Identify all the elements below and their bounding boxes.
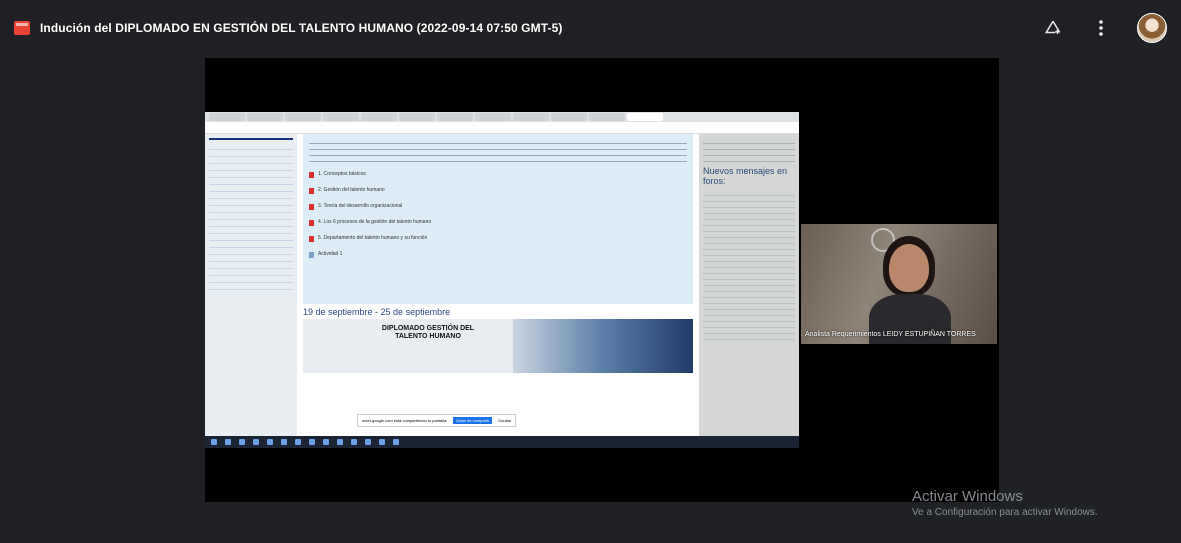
stop-sharing-button[interactable]: Dejar de compartir [453, 417, 493, 424]
hide-button[interactable]: Ocultar [498, 418, 511, 423]
topic-item[interactable]: 1. Conceptos básicos [309, 171, 687, 178]
windows-activation-watermark: Activar Windows Ve a Configuración para … [912, 488, 1098, 518]
watermark-subtitle: Ve a Configuración para activar Windows. [912, 507, 1098, 518]
share-notice-text: meet.google.com está compartiendo tu pan… [362, 418, 448, 423]
browser-tabstrip [205, 112, 799, 122]
forum-panel: Nuevos mensajes en foros: [699, 134, 799, 436]
browser-addressbar [205, 122, 799, 134]
lms-admin-panel [205, 134, 297, 436]
share-notice: meet.google.com está compartiendo tu pan… [357, 414, 517, 427]
topic-item[interactable]: Actividad 1 [309, 251, 687, 258]
watermark-title: Activar Windows [912, 488, 1023, 505]
lms-page: 1. Conceptos básicos 2. Gestión del tale… [205, 134, 799, 436]
participant-video [869, 234, 951, 344]
recording-icon [14, 21, 30, 35]
topic-item[interactable]: 3. Teoría del desarrollo organizacional [309, 203, 687, 210]
topic-box: 1. Conceptos básicos 2. Gestión del tale… [303, 134, 693, 304]
shared-screen: 1. Conceptos básicos 2. Gestión del tale… [205, 112, 799, 448]
topic-item[interactable]: 4. Los 6 procesos de la gestión del tale… [309, 219, 687, 226]
topic-item[interactable]: 5. Departamento del talento humano y su … [309, 235, 687, 242]
add-to-drive-icon[interactable] [1041, 16, 1065, 40]
pdf-icon [309, 219, 314, 226]
pdf-icon [309, 187, 314, 194]
week-heading: 19 de septiembre - 25 de septiembre [303, 307, 451, 317]
pdf-icon [309, 203, 314, 210]
topic-item[interactable]: 2. Gestión del talento humano [309, 187, 687, 194]
meeting-header: Indución del DIPLOMADO EN GESTIÓN DEL TA… [0, 8, 1181, 48]
participant-video-tile[interactable]: Analista Requerimientos LEIDY ESTUPIÑAN … [801, 224, 997, 344]
banner-title: DIPLOMADO GESTIÓN DEL TALENTO HUMANO [381, 325, 475, 340]
windows-taskbar [205, 436, 799, 448]
course-banner: DIPLOMADO GESTIÓN DEL TALENTO HUMANO [303, 319, 693, 373]
user-avatar[interactable] [1137, 13, 1167, 43]
participant-name: Analista Requerimientos LEIDY ESTUPIÑAN … [805, 331, 976, 338]
pdf-icon [309, 235, 314, 242]
pdf-icon [309, 171, 314, 178]
forum-heading: Nuevos mensajes en foros: [703, 166, 788, 186]
activity-icon [309, 251, 314, 258]
header-actions [1041, 13, 1167, 43]
lms-main: 1. Conceptos básicos 2. Gestión del tale… [297, 134, 699, 436]
meeting-title: Indución del DIPLOMADO EN GESTIÓN DEL TA… [40, 21, 563, 35]
more-vert-icon[interactable] [1089, 16, 1113, 40]
